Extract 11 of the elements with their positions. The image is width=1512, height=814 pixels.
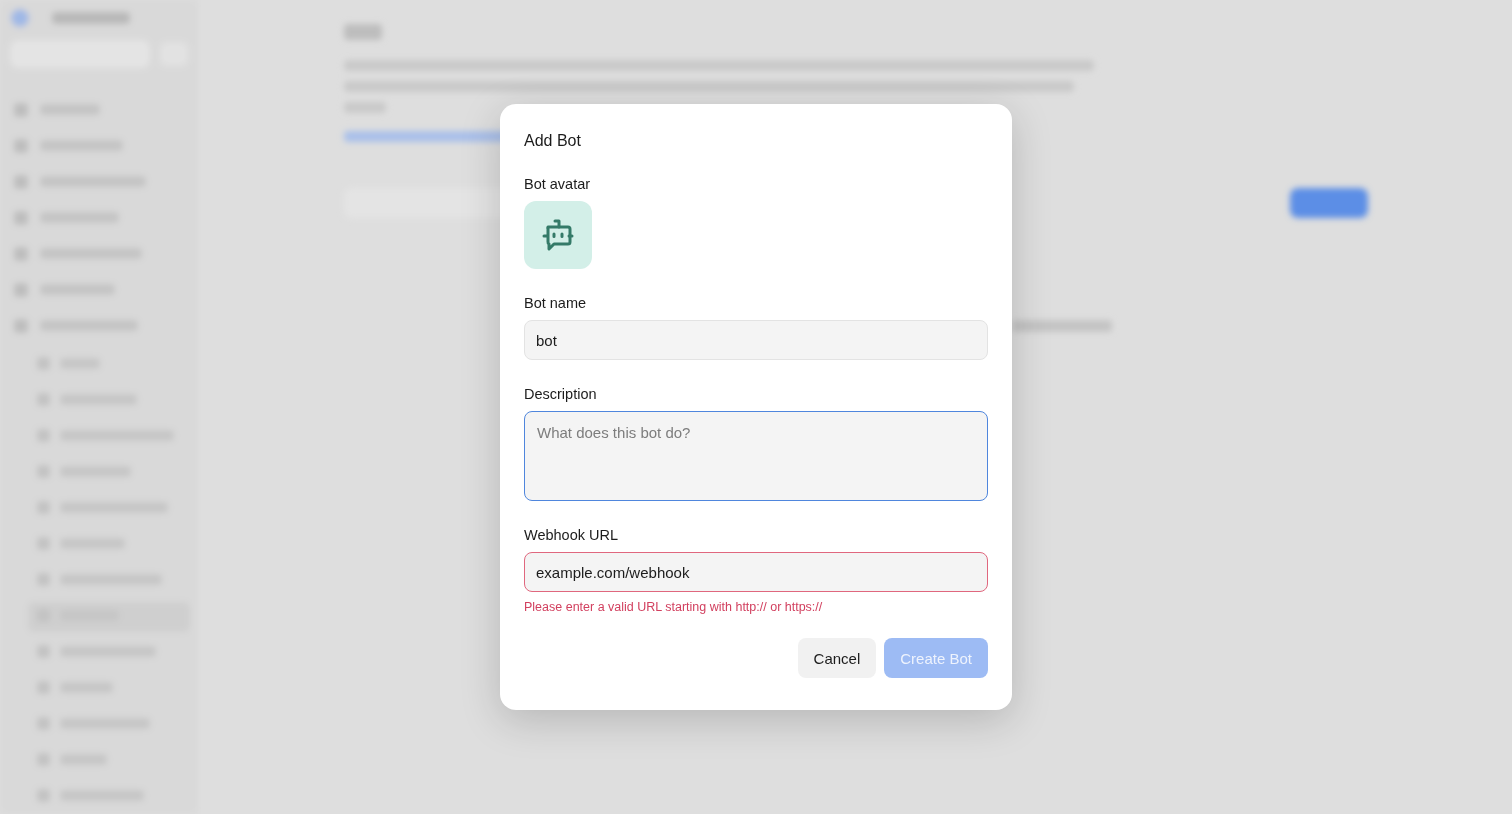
field-label: Webhook URL xyxy=(524,527,619,543)
error-message: Please enter a valid URL starting with http:// or https:// xyxy=(524,600,823,614)
cancel-button[interactable]: Cancel xyxy=(797,638,877,678)
dialog-title: Add Bot xyxy=(524,132,582,150)
field-label: Description xyxy=(524,386,597,402)
field-label: Bot avatar xyxy=(524,176,591,192)
field-label: Bot name xyxy=(524,295,587,311)
text-field[interactable]: bot xyxy=(524,320,988,360)
description-field[interactable]: What does this bot do? xyxy=(524,411,988,501)
avatar-tile[interactable] xyxy=(524,201,592,269)
text-field[interactable]: example.com/webhook xyxy=(524,552,988,592)
